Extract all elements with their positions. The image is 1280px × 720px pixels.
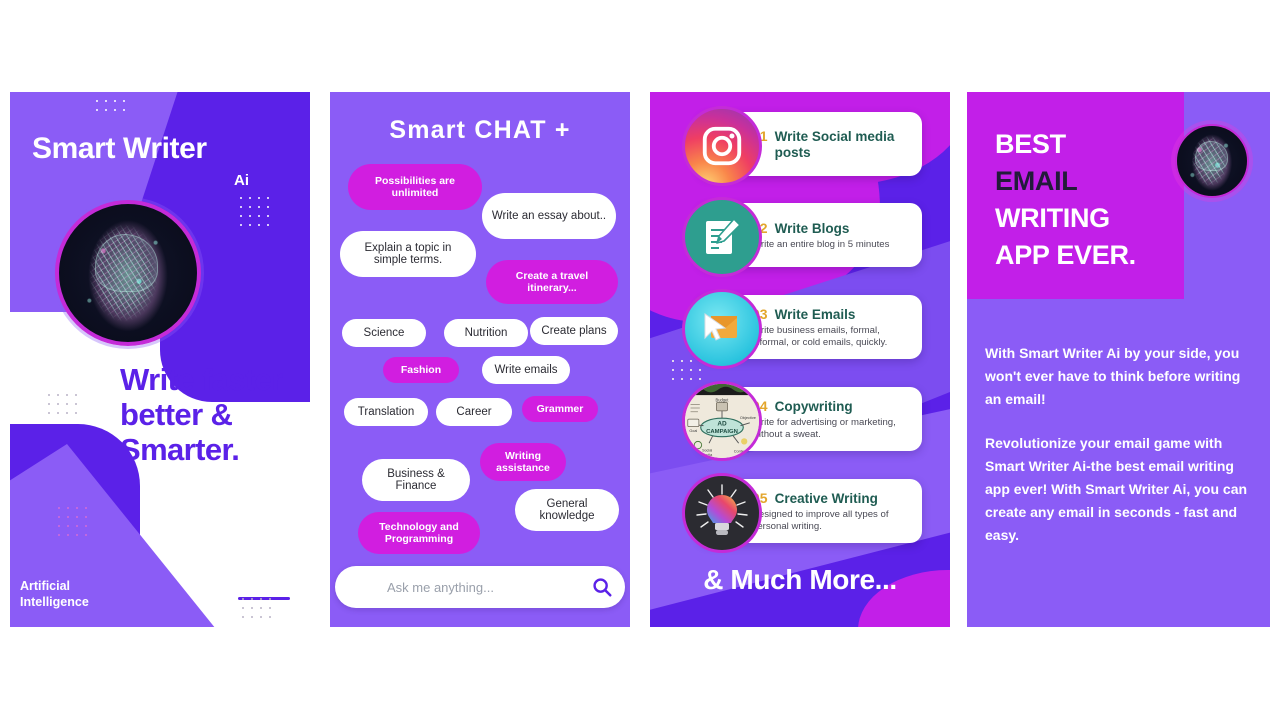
list-item[interactable]: 04 Copywriting Write for advertising or … [650, 381, 950, 465]
feature-description: Designed to improve all types of persona… [752, 508, 889, 532]
panel-feature-list: 01 Write Social media posts 02 Write Blo… [650, 92, 950, 627]
feature-title: Write Emails [774, 306, 856, 322]
panel-title-smart-chat: Smart CHAT + [389, 116, 571, 144]
feature-description: Write for advertising or marketing, with… [752, 416, 896, 440]
feature-description: Write an entire blog in 5 minutes [752, 238, 890, 250]
svg-text:Goal: Goal [689, 429, 697, 433]
promo-heading-line-1: BEST [995, 129, 1066, 159]
wireframe-head-icon [59, 204, 197, 342]
promo-heading: BEST EMAIL WRITING APP EVER. [995, 126, 1185, 274]
avatar [1175, 124, 1249, 198]
footer-label: Artificial Intelligence [20, 579, 89, 609]
chat-suggestion-pill[interactable]: Science [342, 319, 426, 347]
chat-suggestion-pill[interactable]: Possibilities are unlimited [348, 164, 482, 210]
chat-suggestion-pill[interactable]: Writing assistance [480, 443, 566, 481]
chat-suggestion-pill[interactable]: Write emails [482, 356, 570, 384]
promo-heading-line-4: APP EVER. [995, 240, 1136, 270]
dot-grid-decoration [96, 100, 125, 111]
promo-paragraph-2: Revolutionize your email game with Smart… [985, 435, 1248, 543]
notepad-pencil-glyph [706, 218, 741, 254]
svg-text:Media: Media [702, 453, 713, 457]
chat-suggestion-pill[interactable]: Fashion [383, 357, 459, 383]
notepad-pencil-icon [682, 197, 762, 277]
panel-footer-text: & Much More... [703, 564, 897, 595]
search-button[interactable] [579, 566, 625, 608]
feature-title: Copywriting [774, 398, 853, 414]
panel-email-promo: BEST EMAIL WRITING APP EVER. With Smart … [967, 92, 1270, 627]
instagram-icon [682, 106, 762, 186]
svg-text:Objective: Objective [740, 415, 756, 420]
envelope-cursor-glyph [704, 313, 737, 341]
promo-paragraph-1: With Smart Writer Ai by your side, you w… [985, 345, 1241, 407]
chat-suggestion-pill[interactable]: Grammer [522, 396, 598, 422]
instagram-glyph [702, 126, 742, 166]
search-input[interactable] [335, 579, 579, 595]
svg-text:Content: Content [734, 448, 748, 453]
svg-text:Budget: Budget [716, 398, 730, 403]
dot-grid-decoration [48, 394, 77, 414]
feature-title: Write Blogs [774, 220, 850, 236]
poster-stage: Smart Writer Ai Write faster better & Sm… [0, 0, 1280, 720]
promo-heading-line-3: WRITING [995, 203, 1110, 233]
panel-smart-chat: Smart CHAT + Possibilities are unlimited… [330, 92, 630, 627]
avatar [55, 200, 201, 346]
page-title: Smart Writer [32, 132, 207, 165]
lightbulb-glyph [696, 484, 748, 535]
feature-description: Write business emails, formal, informal,… [752, 324, 888, 348]
chat-suggestion-pill[interactable]: Create plans [530, 317, 618, 345]
search-icon [593, 578, 612, 597]
chat-suggestion-pill[interactable]: Translation [344, 398, 428, 426]
tagline: Write faster better & Smarter. [120, 362, 283, 467]
chat-suggestion-pill[interactable]: Nutrition [444, 319, 528, 347]
list-item[interactable]: 03 Write Emails Write business emails, f… [650, 289, 950, 373]
feature-title: Creative Writing [774, 490, 878, 506]
mindmap-glyph: AD CAMPAIGN Budget Goal Objective Social… [685, 384, 759, 458]
feature-title: Write Social media posts [774, 128, 895, 160]
dot-grid-decoration [242, 598, 271, 618]
brand-ai-mark: Ai [234, 172, 249, 189]
chat-suggestion-pill[interactable]: Business & Finance [362, 459, 470, 501]
svg-text:AD: AD [717, 421, 727, 428]
promo-body: With Smart Writer Ai by your side, you w… [985, 342, 1253, 547]
envelope-cursor-icon [682, 289, 762, 369]
lightbulb-icon [682, 473, 762, 553]
chat-suggestion-pill[interactable]: Career [436, 398, 512, 426]
dot-grid-decoration [58, 507, 87, 536]
chat-suggestion-pill[interactable]: Write an essay about.. [482, 193, 616, 239]
svg-text:CAMPAIGN: CAMPAIGN [706, 429, 738, 435]
list-item[interactable]: 02 Write Blogs Write an entire blog in 5… [650, 197, 950, 281]
panel-brand-intro: Smart Writer Ai Write faster better & Sm… [10, 92, 310, 627]
promo-heading-line-2: EMAIL [995, 166, 1078, 196]
search-bar[interactable] [335, 566, 625, 608]
chat-suggestion-pill[interactable]: Explain a topic in simple terms. [340, 231, 476, 277]
ad-campaign-mindmap-icon: AD CAMPAIGN Budget Goal Objective Social… [682, 381, 762, 461]
svg-text:Social: Social [702, 449, 712, 453]
chat-suggestion-pill[interactable]: General knowledge [515, 489, 619, 531]
chat-suggestion-pill[interactable]: Create a travel itinerary... [486, 260, 618, 304]
chat-suggestion-pill[interactable]: Technology and Programming [358, 512, 480, 554]
list-item[interactable]: 05 Creative Writing Designed to improve … [650, 473, 950, 557]
list-item[interactable]: 01 Write Social media posts [650, 106, 950, 190]
dot-grid-decoration [240, 197, 269, 226]
